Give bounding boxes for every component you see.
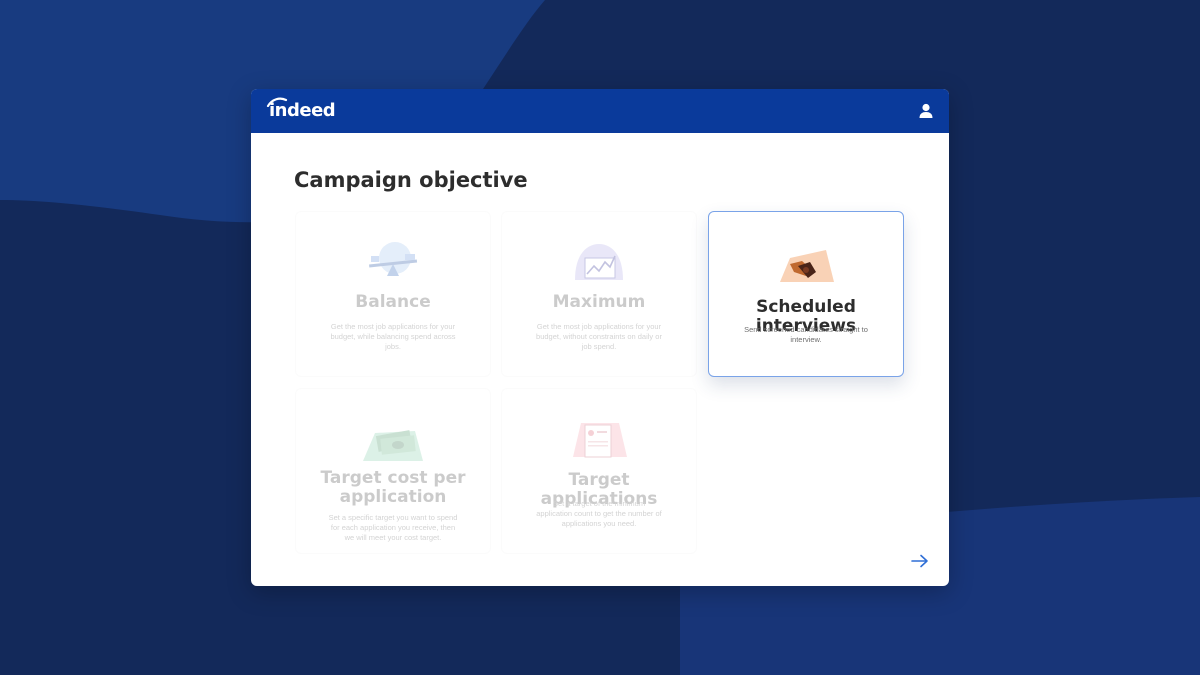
objective-title: Maximum bbox=[552, 292, 646, 312]
objective-card-scheduled-interviews[interactable]: Scheduled interviews Send screened candi… bbox=[708, 211, 904, 377]
objective-card-maximum[interactable]: Maximum Get the most job applications fo… bbox=[501, 211, 697, 377]
page-title: Campaign objective bbox=[294, 168, 528, 192]
objective-description: Set a specific target you want to spend … bbox=[328, 513, 458, 542]
objective-title: Balance bbox=[355, 292, 431, 312]
logo-text: indeed bbox=[269, 100, 336, 121]
seesaw-illustration-icon bbox=[369, 242, 418, 276]
objective-description: Set a target of the minimum application … bbox=[536, 499, 662, 528]
objective-card-balance[interactable]: Balance Get the most job applications fo… bbox=[295, 211, 491, 377]
app-window: indeed Campaign objective Balance Get th… bbox=[251, 89, 949, 586]
money-illustration-icon bbox=[363, 430, 423, 461]
handshake-illustration-icon bbox=[780, 250, 834, 282]
growth-chart-illustration-icon bbox=[575, 244, 623, 280]
objective-description: Send screened candidates straight to int… bbox=[744, 325, 868, 344]
objective-card-target-cost-per-application[interactable]: Target cost per application Set a specif… bbox=[295, 388, 491, 554]
arrow-right-icon[interactable] bbox=[911, 554, 929, 568]
objective-description: Get the most job applications for your b… bbox=[536, 322, 662, 351]
top-bar: indeed bbox=[251, 89, 949, 133]
objective-title: Target cost per application bbox=[320, 468, 466, 507]
resume-illustration-icon bbox=[573, 423, 627, 458]
objective-card-target-applications[interactable]: Target applications Set a target of the … bbox=[501, 388, 697, 554]
objective-description: Get the most job applications for your b… bbox=[330, 322, 456, 351]
user-icon[interactable] bbox=[917, 102, 935, 120]
